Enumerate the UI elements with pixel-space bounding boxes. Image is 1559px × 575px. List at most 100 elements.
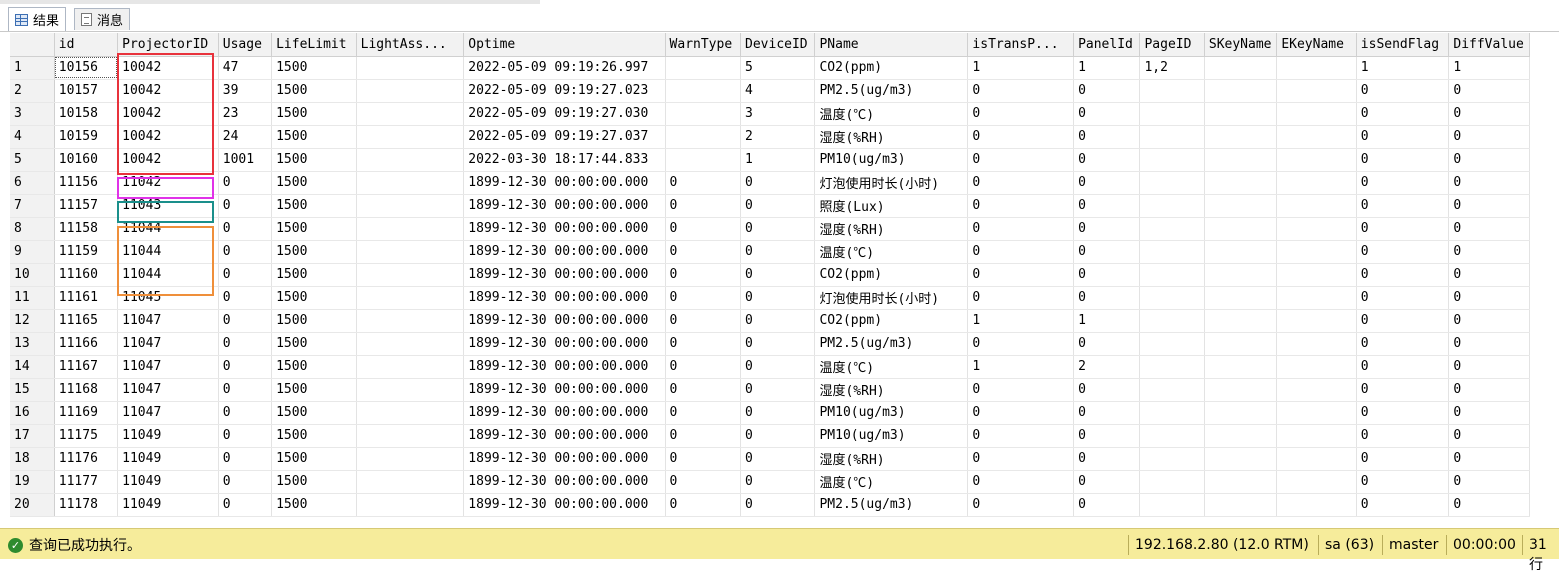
grid-cell[interactable]: 0 — [665, 401, 742, 425]
grid-cell[interactable] — [1204, 79, 1278, 103]
grid-cell[interactable]: 0 — [1448, 79, 1530, 103]
grid-cell[interactable]: 11177 — [54, 470, 119, 494]
tab-messages[interactable]: 消息 — [74, 8, 131, 30]
grid-cell[interactable]: 11047 — [117, 401, 219, 425]
grid-cell[interactable]: 1899-12-30 00:00:00.000 — [463, 309, 666, 333]
grid-cell[interactable]: 0 — [967, 332, 1075, 356]
grid-cell[interactable]: 0 — [1073, 378, 1141, 402]
grid-cell[interactable] — [1139, 240, 1205, 264]
grid-cell[interactable]: PM2.5(ug/m3) — [814, 493, 969, 517]
grid-cell[interactable]: 0 — [1448, 194, 1530, 218]
grid-cell[interactable]: 11167 — [54, 355, 119, 379]
grid-cell[interactable] — [1276, 102, 1357, 126]
grid-cell[interactable]: 0 — [740, 470, 816, 494]
grid-cell[interactable] — [356, 378, 465, 402]
row-number[interactable]: 13 — [10, 332, 55, 356]
grid-cell[interactable]: 0 — [1356, 79, 1450, 103]
grid-cell[interactable] — [1139, 102, 1205, 126]
row-number[interactable]: 16 — [10, 401, 55, 425]
grid-cell[interactable] — [356, 148, 465, 172]
grid-cell[interactable]: 1500 — [271, 102, 357, 126]
grid-cell[interactable]: 0 — [218, 194, 273, 218]
column-header[interactable]: PName — [814, 33, 969, 57]
grid-cell[interactable]: 0 — [665, 263, 742, 287]
grid-cell[interactable]: 0 — [1073, 217, 1141, 241]
grid-cell[interactable]: 0 — [1073, 470, 1141, 494]
grid-cell[interactable]: 1 — [1073, 309, 1141, 333]
grid-cell[interactable] — [356, 401, 465, 425]
grid-cell[interactable] — [1276, 171, 1357, 195]
grid-cell[interactable] — [356, 79, 465, 103]
grid-cell[interactable]: 0 — [1356, 332, 1450, 356]
grid-cell[interactable]: 0 — [1356, 171, 1450, 195]
grid-cell[interactable]: 11157 — [54, 194, 119, 218]
grid-cell[interactable]: 0 — [1073, 424, 1141, 448]
grid-cell[interactable]: 0 — [1448, 102, 1530, 126]
grid-cell[interactable] — [1139, 217, 1205, 241]
grid-cell[interactable] — [1139, 355, 1205, 379]
grid-cell[interactable]: 0 — [665, 332, 742, 356]
column-header[interactable]: ProjectorID — [117, 33, 219, 57]
grid-cell[interactable]: 11049 — [117, 424, 219, 448]
grid-cell[interactable] — [356, 217, 465, 241]
grid-cell[interactable]: 1899-12-30 00:00:00.000 — [463, 493, 666, 517]
grid-cell[interactable]: 2022-05-09 09:19:27.037 — [463, 125, 666, 149]
grid-cell[interactable]: 0 — [1073, 263, 1141, 287]
grid-cell[interactable] — [1276, 493, 1357, 517]
column-header[interactable]: DeviceID — [740, 33, 816, 57]
grid-cell[interactable]: 0 — [967, 194, 1075, 218]
grid-cell[interactable]: 10042 — [117, 125, 219, 149]
grid-cell[interactable]: 11159 — [54, 240, 119, 264]
grid-cell[interactable]: 10157 — [54, 79, 119, 103]
grid-cell[interactable]: 3 — [740, 102, 816, 126]
grid-cell[interactable]: 0 — [665, 171, 742, 195]
row-number[interactable]: 17 — [10, 424, 55, 448]
header-corner[interactable] — [10, 33, 55, 57]
grid-cell[interactable]: 0 — [1073, 401, 1141, 425]
grid-cell[interactable]: 0 — [1356, 148, 1450, 172]
grid-cell[interactable]: 11044 — [117, 217, 219, 241]
grid-cell[interactable]: 0 — [1356, 217, 1450, 241]
grid-cell[interactable]: 11049 — [117, 470, 219, 494]
grid-cell[interactable]: 0 — [218, 263, 273, 287]
grid-cell[interactable]: 0 — [1356, 355, 1450, 379]
grid-cell[interactable] — [356, 447, 465, 471]
grid-cell[interactable]: 0 — [218, 470, 273, 494]
grid-cell[interactable]: PM10(ug/m3) — [814, 401, 969, 425]
grid-cell[interactable]: 0 — [665, 194, 742, 218]
grid-cell[interactable] — [1276, 148, 1357, 172]
grid-cell[interactable] — [665, 148, 742, 172]
grid-cell[interactable]: 0 — [1356, 447, 1450, 471]
grid-cell[interactable] — [1204, 424, 1278, 448]
grid-cell[interactable] — [1204, 309, 1278, 333]
grid-cell[interactable]: 39 — [218, 79, 273, 103]
grid-cell[interactable]: 1 — [1073, 56, 1141, 80]
grid-cell[interactable]: 11176 — [54, 447, 119, 471]
grid-cell[interactable]: 1 — [740, 148, 816, 172]
grid-cell[interactable]: 47 — [218, 56, 273, 80]
grid-cell[interactable] — [1139, 424, 1205, 448]
results-grid[interactable]: id ProjectorID Usage LifeLimit LightAss... Op… — [10, 33, 1559, 528]
grid-cell[interactable] — [1276, 194, 1357, 218]
grid-cell[interactable] — [1139, 148, 1205, 172]
row-number[interactable]: 1 — [10, 56, 55, 80]
row-number[interactable]: 6 — [10, 171, 55, 195]
grid-cell[interactable]: 0 — [740, 401, 816, 425]
grid-cell[interactable]: 1899-12-30 00:00:00.000 — [463, 470, 666, 494]
grid-cell[interactable]: 0 — [218, 217, 273, 241]
grid-cell[interactable]: 2022-03-30 18:17:44.833 — [463, 148, 666, 172]
grid-cell[interactable] — [1204, 378, 1278, 402]
grid-cell[interactable]: 11161 — [54, 286, 119, 310]
grid-cell[interactable]: 1 — [967, 56, 1075, 80]
column-header[interactable]: id — [54, 33, 119, 57]
grid-cell[interactable]: 0 — [665, 286, 742, 310]
grid-cell[interactable]: 温度(℃) — [814, 240, 969, 264]
grid-cell[interactable] — [356, 493, 465, 517]
grid-cell[interactable]: 0 — [665, 240, 742, 264]
grid-cell[interactable] — [1276, 309, 1357, 333]
column-header[interactable]: Usage — [218, 33, 273, 57]
grid-cell[interactable]: 0 — [1448, 424, 1530, 448]
grid-cell[interactable]: 0 — [218, 171, 273, 195]
column-header[interactable]: PageID — [1139, 33, 1205, 57]
row-number[interactable]: 3 — [10, 102, 55, 126]
